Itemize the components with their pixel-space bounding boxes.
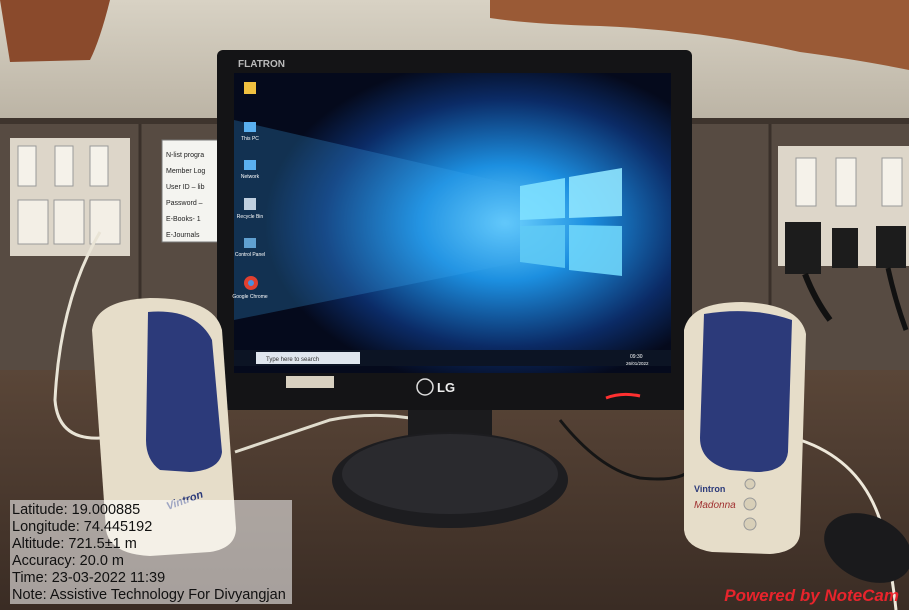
taskbar-search-text: Type here to search	[266, 357, 319, 363]
note-text: Note: Assistive Technology For Divyangja…	[12, 587, 286, 603]
time-text: Time: 23-03-2022 11:39	[12, 570, 166, 586]
monitor: This PC Network Recycle Bin Control Pane…	[217, 50, 692, 410]
taskbar-date: 26/01/2022	[626, 361, 649, 366]
speaker-right: Vintron Madonna	[684, 302, 806, 554]
desktop-icon-label: Control Panel	[235, 252, 265, 258]
speaker-model: Madonna	[694, 500, 736, 511]
desktop-icon-label: Google Chrome	[232, 294, 268, 300]
desktop-icon-label: Recycle Bin	[237, 214, 264, 220]
location-stamp: Latitude: 19.000885 Longitude: 74.445192…	[10, 500, 292, 604]
taskbar-time: 09:30	[630, 354, 643, 360]
notice-line: User ID – lib	[166, 184, 205, 191]
speaker-brand-right: Vintron	[694, 484, 725, 494]
altitude-text: Altitude: 721.5±1 m	[12, 536, 137, 552]
notice-line: Password –	[166, 200, 203, 207]
switch-board-left	[10, 138, 130, 256]
monitor-brand: FLATRON	[238, 59, 285, 70]
notice-text: N-list progra Member Log User ID – lib P…	[166, 148, 222, 244]
notecam-watermark: Powered by NoteCam	[724, 586, 899, 605]
latitude-text: Latitude: 19.000885	[12, 502, 141, 518]
notice-line: N-list progra	[166, 152, 205, 159]
desktop-icon-label: Network	[241, 174, 260, 180]
desktop-icon-label: This PC	[241, 136, 259, 142]
longitude-text: Longitude: 74.445192	[12, 519, 153, 535]
accuracy-text: Accuracy: 20.0 m	[12, 553, 125, 569]
notice-line: E-Journals	[166, 232, 200, 239]
monitor-logo: LG	[437, 380, 455, 395]
notice-line: E-Books- 1	[166, 216, 201, 223]
notice-line: Member Log	[166, 168, 206, 175]
